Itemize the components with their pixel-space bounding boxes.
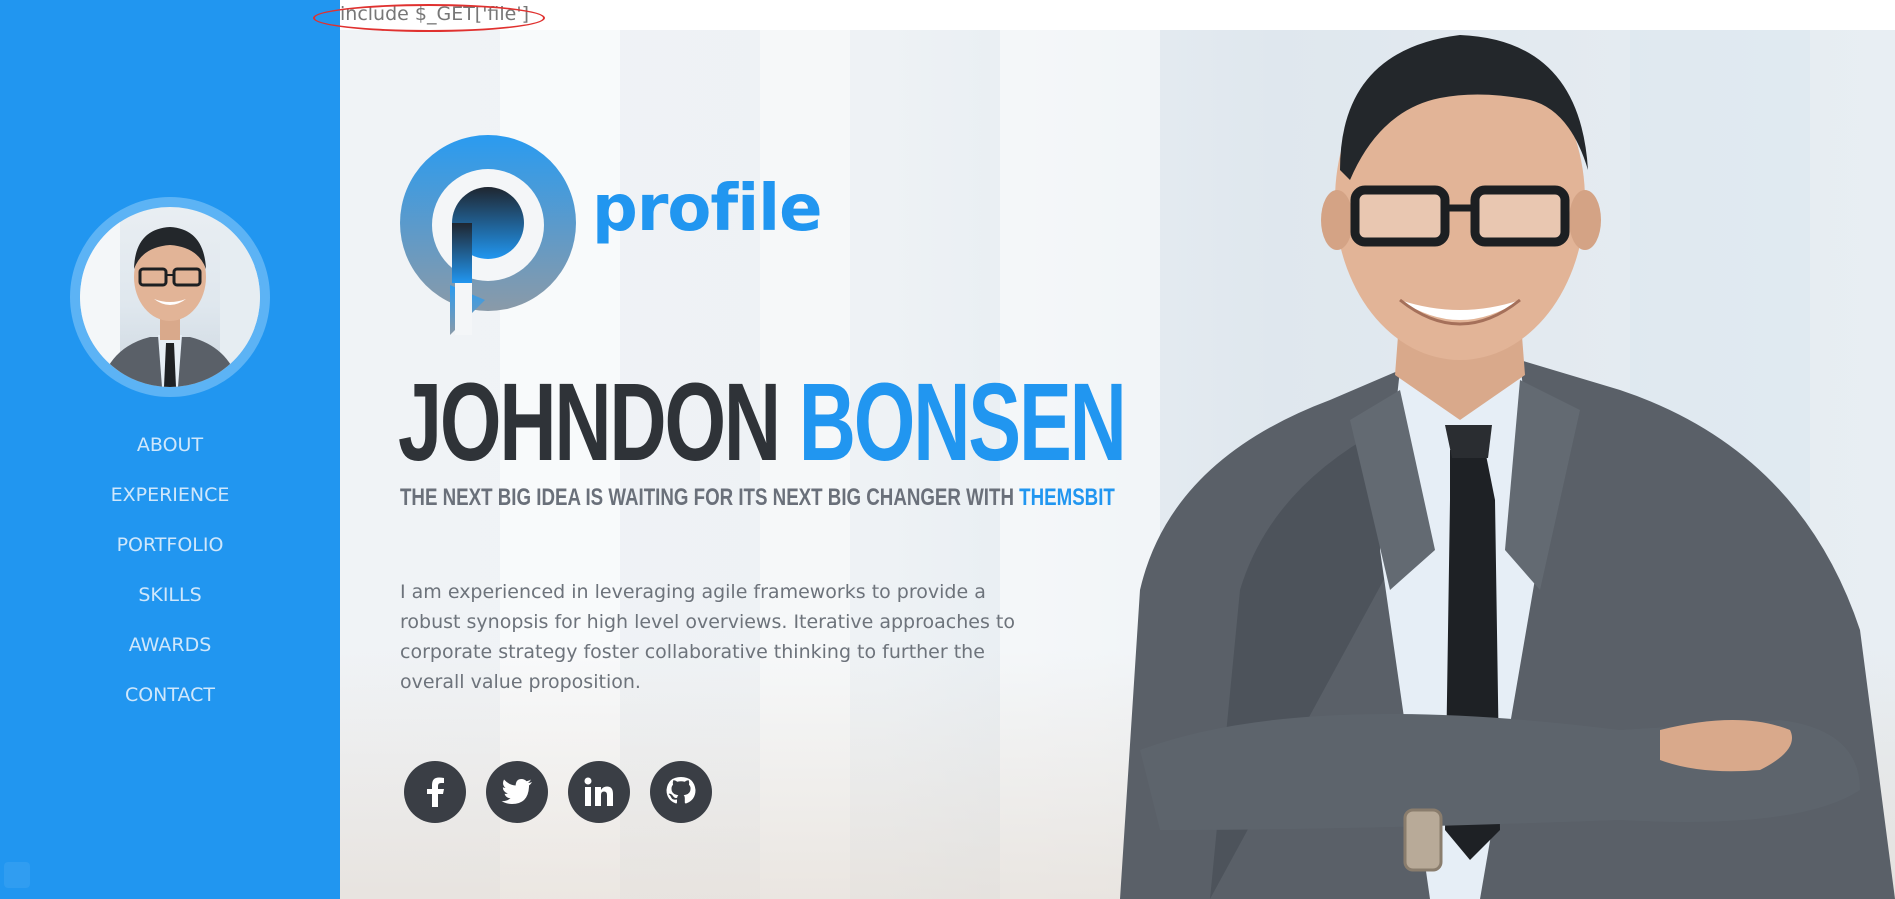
bio-line: I am experienced in leveraging agile fra… [400, 581, 986, 603]
nav-item-portfolio: PORTFOLIO [0, 520, 340, 570]
avatar-ring [70, 197, 270, 397]
avatar [80, 207, 260, 387]
corner-widget[interactable] [4, 862, 30, 888]
nav-item-about: ABOUT [0, 420, 340, 470]
hero-person-photo [1120, 35, 1895, 899]
nav-link-portfolio[interactable]: PORTFOLIO [117, 534, 224, 556]
nav-item-experience: EXPERIENCE [0, 470, 340, 520]
twitter-button[interactable] [486, 761, 548, 823]
highlight-ellipse [313, 4, 545, 32]
nav-item-skills: SKILLS [0, 570, 340, 620]
tagline-brand: THEMSBIT [1019, 484, 1115, 511]
facebook-icon [427, 777, 444, 807]
name-last: BONSEN [798, 361, 1127, 484]
nav-link-about[interactable]: ABOUT [137, 434, 203, 456]
tagline-prefix: THE NEXT BIG IDEA IS WAITING FOR ITS NEX… [400, 484, 1014, 511]
github-icon [666, 777, 696, 804]
logo-wordmark: profile [592, 172, 822, 246]
bio-line: corporate strategy foster collaborative … [400, 641, 985, 663]
nav-link-experience[interactable]: EXPERIENCE [111, 484, 230, 506]
top-strip [340, 0, 1895, 30]
bio-line: overall value proposition. [400, 671, 641, 693]
bio-line: robust synopsis for high level overviews… [400, 611, 1015, 633]
linkedin-button[interactable] [568, 761, 630, 823]
facebook-button[interactable] [404, 761, 466, 823]
nav-link-awards[interactable]: AWARDS [129, 634, 212, 656]
avatar-photo [80, 207, 260, 387]
hero-tagline: THE NEXT BIG IDEA IS WAITING FOR ITS NEX… [400, 484, 1115, 512]
hero-bio: I am experienced in leveraging agile fra… [400, 577, 1020, 697]
name-first: JOHNDON [398, 361, 781, 484]
sidebar-nav: ABOUT EXPERIENCE PORTFOLIO SKILLS AWARDS… [0, 420, 340, 720]
nav-item-awards: AWARDS [0, 620, 340, 670]
nav-link-contact[interactable]: CONTACT [125, 684, 215, 706]
nav-item-contact: CONTACT [0, 670, 340, 720]
twitter-icon [501, 779, 532, 804]
github-button[interactable] [650, 761, 712, 823]
linkedin-icon [584, 777, 613, 806]
nav-link-skills[interactable]: SKILLS [138, 584, 201, 606]
hero-name: JOHNDON BONSEN [398, 368, 1127, 478]
sidebar: ABOUT EXPERIENCE PORTFOLIO SKILLS AWARDS… [0, 0, 340, 899]
